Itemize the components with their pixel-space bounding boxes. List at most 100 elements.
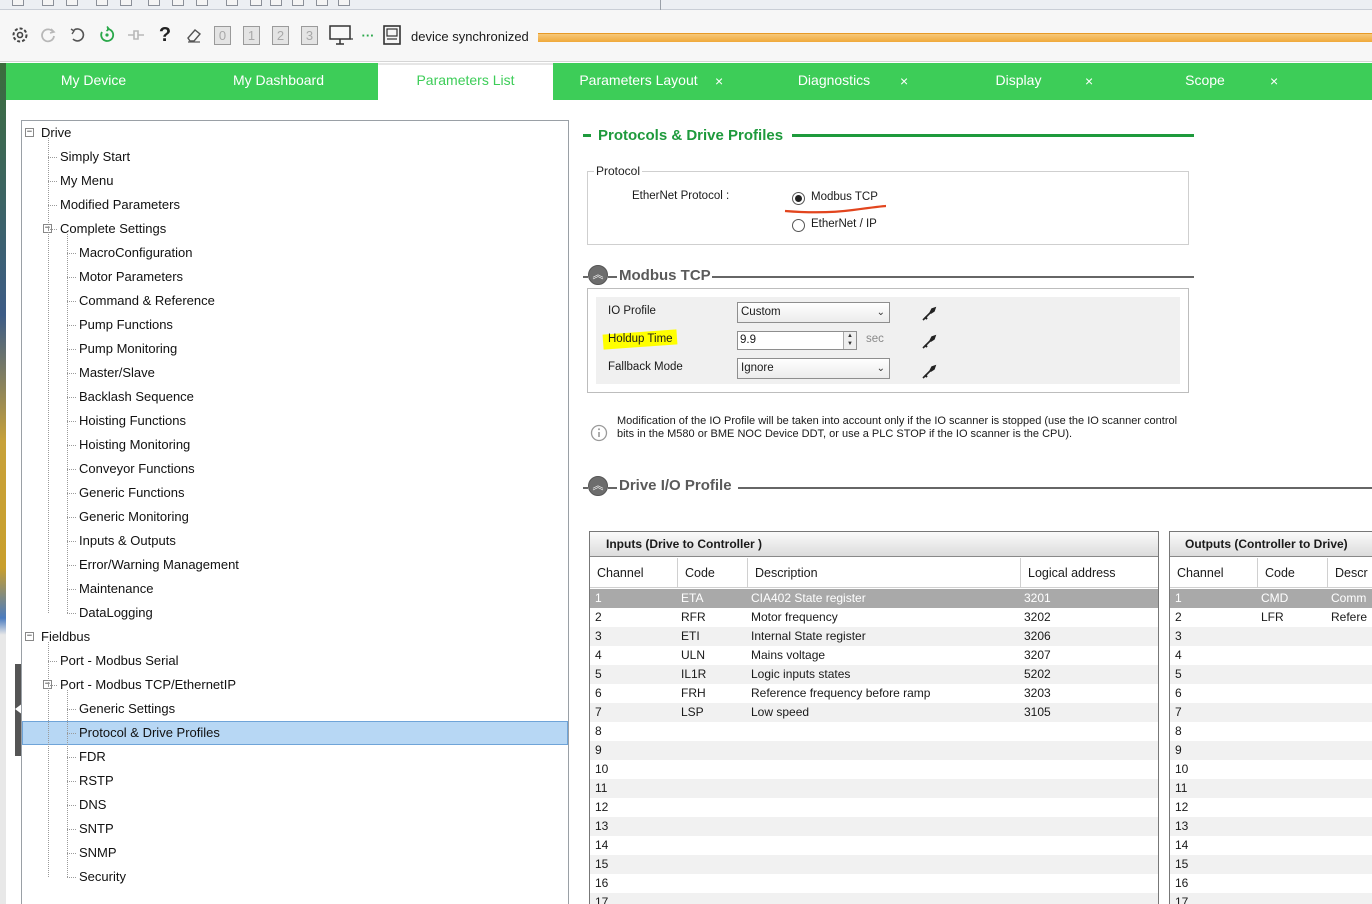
table-row[interactable]: 16	[590, 874, 1158, 893]
modbus-tcp-option-label[interactable]: Modbus TCP	[811, 191, 878, 203]
tree-item[interactable]: Maintenance	[79, 578, 153, 600]
tree-item[interactable]: Hoisting Functions	[79, 410, 186, 432]
table-row[interactable]: 16	[1170, 874, 1372, 893]
table-row[interactable]: 5	[1170, 665, 1372, 684]
tree-expander-icon[interactable]: −	[25, 128, 34, 137]
table-row[interactable]: 10	[1170, 760, 1372, 779]
tree-item[interactable]: Protocol & Drive Profiles	[22, 721, 568, 745]
tree-item[interactable]: Master/Slave	[79, 362, 155, 384]
tab-close-icon[interactable]: ×	[1085, 63, 1093, 100]
device-icon[interactable]	[381, 23, 403, 47]
wrench-icon[interactable]	[920, 363, 938, 381]
ethernet-ip-option-label[interactable]: EtherNet / IP	[811, 218, 877, 230]
table-row[interactable]: 8	[1170, 722, 1372, 741]
menu-icon[interactable]	[42, 0, 54, 6]
table-row[interactable]: 8	[590, 722, 1158, 741]
table-row[interactable]: 12	[590, 798, 1158, 817]
table-row[interactable]: 17	[590, 893, 1158, 904]
menu-icon[interactable]	[172, 0, 184, 6]
monitor-icon[interactable]	[328, 23, 354, 47]
tab-close-icon[interactable]: ×	[1270, 63, 1278, 100]
table-row[interactable]: 6 FRH Reference frequency before ramp 3203	[590, 684, 1158, 703]
wrench-icon[interactable]	[920, 333, 938, 351]
tree-expander-icon[interactable]: −	[25, 632, 34, 641]
menu-icon[interactable]	[316, 0, 328, 6]
column-header[interactable]: Logical address	[1021, 558, 1158, 588]
menu-icon[interactable]	[120, 0, 132, 6]
table-row[interactable]: 7	[1170, 703, 1372, 722]
menu-icon[interactable]	[270, 0, 282, 6]
more-dots-icon[interactable]: ···	[357, 23, 379, 47]
tree-item[interactable]: Generic Functions	[79, 482, 185, 504]
tree-item[interactable]: Hoisting Monitoring	[79, 434, 190, 456]
disconnect-icon[interactable]	[125, 23, 147, 47]
table-row[interactable]: 4	[1170, 646, 1372, 665]
tree-item[interactable]: DataLogging	[79, 602, 153, 624]
column-header[interactable]: Code	[678, 558, 748, 588]
column-header[interactable]: Description	[748, 558, 1021, 588]
table-row[interactable]: 7 LSP Low speed 3105	[590, 703, 1158, 722]
spinner-arrows-icon[interactable]: ▲ ▼	[843, 332, 856, 349]
profile-2-button[interactable]: 2	[272, 26, 289, 45]
profile-1-button[interactable]: 1	[243, 26, 260, 45]
menu-icon[interactable]	[148, 0, 160, 6]
tree-item[interactable]: Port - Modbus Serial	[60, 650, 179, 672]
table-row[interactable]: 4 ULN Mains voltage 3207	[590, 646, 1158, 665]
tree-item[interactable]: Drive	[41, 122, 71, 144]
menu-icon[interactable]	[196, 0, 208, 6]
settings-icon[interactable]	[9, 23, 31, 47]
menu-icon[interactable]	[292, 0, 304, 6]
tab-diagnostics[interactable]: Diagnostics	[774, 63, 894, 100]
tree-item[interactable]: Pump Monitoring	[79, 338, 177, 360]
tab-display[interactable]: Display	[961, 63, 1076, 100]
profile-3-button[interactable]: 3	[301, 26, 318, 45]
eraser-icon[interactable]	[183, 23, 205, 47]
tree-item[interactable]: Generic Monitoring	[79, 506, 189, 528]
menu-icon[interactable]	[66, 0, 78, 6]
menu-icon[interactable]	[338, 0, 350, 6]
tree-item[interactable]: SNTP	[79, 818, 114, 840]
table-row[interactable]: 5 IL1R Logic inputs states 5202	[590, 665, 1158, 684]
table-row[interactable]: 14	[1170, 836, 1372, 855]
undo-icon[interactable]	[66, 23, 88, 47]
tree-item[interactable]: Port - Modbus TCP/EthernetIP	[60, 674, 236, 696]
connect-icon[interactable]	[96, 23, 118, 47]
table-row[interactable]: 15	[1170, 855, 1372, 874]
tree-item[interactable]: Command & Reference	[79, 290, 215, 312]
tree-item[interactable]: SNMP	[79, 842, 117, 864]
tree-item[interactable]: RSTP	[79, 770, 114, 792]
holdup-time-spinner[interactable]: 9.9 ▲ ▼	[737, 331, 857, 350]
tree-item[interactable]: Motor Parameters	[79, 266, 183, 288]
tab-parameters-list[interactable]: Parameters List	[378, 63, 553, 101]
column-header[interactable]: Channel	[590, 558, 678, 588]
table-row[interactable]: 2 LFR Refere	[1170, 608, 1372, 627]
tree-item[interactable]: MacroConfiguration	[79, 242, 192, 264]
tab-parameters-layout[interactable]: Parameters Layout	[566, 63, 711, 100]
menu-icon[interactable]	[12, 0, 24, 6]
tree-item[interactable]: Generic Settings	[79, 698, 175, 720]
menu-icon[interactable]	[226, 0, 238, 6]
wrench-icon[interactable]	[920, 305, 938, 323]
fallback-mode-select[interactable]: Ignore ⌄	[737, 358, 890, 379]
table-row[interactable]: 13	[1170, 817, 1372, 836]
menu-icon[interactable]	[250, 0, 262, 6]
tree-item[interactable]: Inputs & Outputs	[79, 530, 176, 552]
table-row[interactable]: 11	[1170, 779, 1372, 798]
tree-item[interactable]: Simply Start	[60, 146, 130, 168]
column-header[interactable]: Code	[1258, 558, 1328, 588]
table-row[interactable]: 3	[1170, 627, 1372, 646]
column-header[interactable]: Channel	[1170, 558, 1258, 588]
table-row[interactable]: 17	[1170, 893, 1372, 904]
tab-close-icon[interactable]: ×	[900, 63, 908, 100]
tab-my-device[interactable]: My Device	[6, 63, 181, 100]
refresh-icon[interactable]	[37, 23, 59, 47]
table-row[interactable]: 15	[590, 855, 1158, 874]
table-row[interactable]: 9	[590, 741, 1158, 760]
table-row[interactable]: 1 ETA CIA402 State register 3201	[590, 589, 1158, 608]
tab-scope[interactable]: Scope	[1146, 63, 1264, 100]
tree-item[interactable]: Error/Warning Management	[79, 554, 239, 576]
table-row[interactable]: 10	[590, 760, 1158, 779]
table-row[interactable]: 1 CMD Comm	[1170, 589, 1372, 608]
table-row[interactable]: 11	[590, 779, 1158, 798]
ethernet-ip-radio[interactable]	[792, 219, 805, 232]
